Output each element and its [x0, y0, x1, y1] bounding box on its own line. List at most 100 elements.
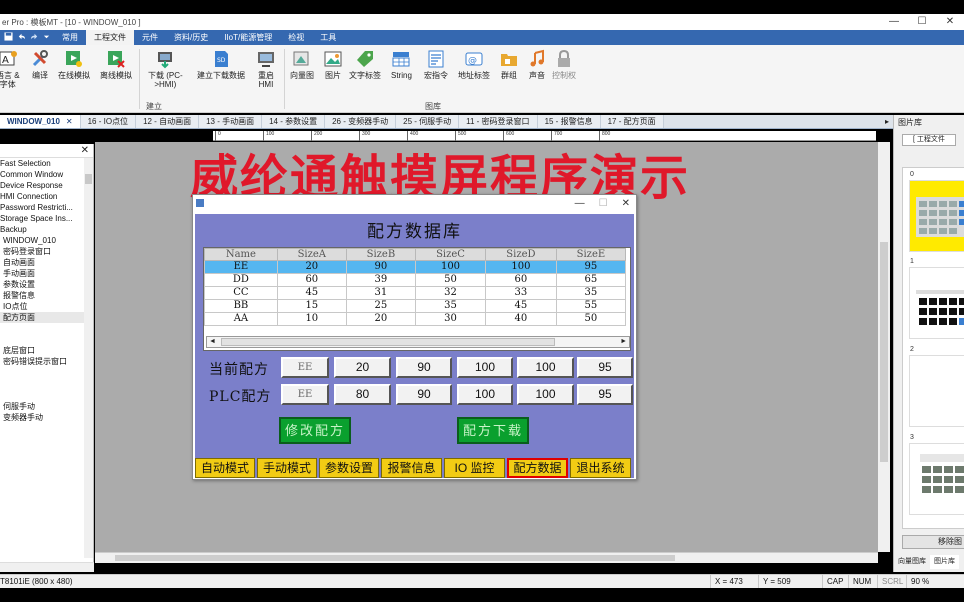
tree-item-storage-space[interactable]: Storage Space Ins... — [0, 213, 93, 224]
ribbon-address-tag-button[interactable]: @ 地址标签 — [458, 49, 490, 80]
nav-manual-mode-button[interactable]: 手动模式 — [257, 458, 317, 478]
tree-item-alarm-info[interactable]: 报警信息 — [0, 290, 93, 301]
picture-thumbnail-grid[interactable] — [909, 443, 964, 515]
table-horizontal-scrollbar[interactable]: ◄ ► — [206, 336, 630, 348]
tree-item-base-window[interactable]: 底层窗口 — [0, 345, 93, 356]
plc-recipe-sizec[interactable]: 100 — [457, 384, 513, 405]
nav-auto-mode-button[interactable]: 自动模式 — [195, 458, 255, 478]
tree-item-parameter-settings[interactable]: 参数设置 — [0, 279, 93, 290]
menu-tab-iiot-energy[interactable]: IIoT/能源管理 — [216, 30, 280, 45]
picture-thumbnail-keypad[interactable] — [909, 180, 964, 252]
menu-tab-project-file[interactable]: 工程文件 — [86, 30, 134, 45]
tree-item-password-error-window[interactable]: 密码错误提示窗口 — [0, 356, 93, 367]
customize-quick-access-icon[interactable] — [43, 33, 50, 42]
hmi-close-button[interactable]: ✕ — [622, 195, 630, 212]
ribbon-download-button[interactable]: 下载 (PC- >HMI) — [148, 49, 183, 89]
tree-item-password-login-window[interactable]: 密码登录窗口 — [0, 246, 93, 257]
canvas-horizontal-scrollbar[interactable] — [95, 552, 878, 563]
tree-item-auto-screen[interactable]: 自动画面 — [0, 257, 93, 268]
scrollbar-thumb[interactable] — [85, 174, 92, 184]
table-row[interactable]: BB 15 25 35 45 55 — [204, 299, 627, 313]
ribbon-text-tag-button[interactable]: 文字标签 — [349, 49, 381, 80]
plc-recipe-sizea[interactable]: 80 — [334, 384, 391, 405]
hmi-minimize-button[interactable]: — — [575, 195, 585, 212]
tree-item-fast-selection[interactable]: Fast Selection — [0, 158, 93, 169]
remove-picture-button[interactable]: 移除图 — [902, 535, 964, 549]
ribbon-vector-graphic-button[interactable]: 向量图 — [290, 49, 314, 80]
tree-item-servo-manual[interactable]: 伺服手动 — [0, 401, 93, 412]
ribbon-offline-simulation-button[interactable]: 离线模拟 — [100, 49, 132, 80]
ribbon-font-language-button[interactable]: A 语言 & 字体 — [0, 49, 20, 89]
save-icon[interactable] — [4, 32, 13, 43]
ribbon-compile-button[interactable]: 编译 — [30, 49, 50, 80]
picture-thumbnail-numpad[interactable] — [909, 267, 964, 339]
tree-item-manual-screen[interactable]: 手动画面 — [0, 268, 93, 279]
recipe-table[interactable]: Name SizeA SizeB SizeC SizeD SizeE EE 20… — [203, 247, 631, 351]
table-row[interactable]: CC 45 31 32 33 35 — [204, 286, 627, 300]
tree-item-io-points[interactable]: IO点位 — [0, 301, 93, 312]
modify-recipe-button[interactable]: 修改配方 — [279, 417, 351, 444]
tree-item-backup[interactable]: Backup — [0, 224, 93, 235]
ribbon-macro-button[interactable]: 宏指令 — [424, 49, 448, 80]
ribbon-group-button[interactable]: 群组 — [499, 49, 519, 80]
table-row[interactable]: AA 10 20 30 40 50 — [204, 312, 627, 326]
picture-thumbnail-list[interactable]: 0 1 2 3 — [902, 167, 964, 529]
doc-tab-servo-manual[interactable]: 25 - 伺服手动 — [396, 115, 460, 128]
menu-tab-objects[interactable]: 元件 — [134, 30, 166, 45]
doc-tab-password-login[interactable]: 11 - 密码登录窗口 — [459, 115, 538, 128]
nav-parameter-settings-button[interactable]: 参数设置 — [319, 458, 379, 478]
nav-exit-system-button[interactable]: 退出系统 — [570, 458, 631, 478]
close-tab-icon[interactable]: ✕ — [66, 117, 73, 126]
ribbon-sound-button[interactable]: 声音 — [527, 49, 547, 80]
ribbon-string-button[interactable]: String — [391, 49, 412, 80]
tree-item-inverter-manual[interactable]: 变频器手动 — [0, 412, 93, 423]
tree-item-password-restriction[interactable]: Password Restricti... — [0, 202, 93, 213]
nav-io-monitor-button[interactable]: IO 监控 — [444, 458, 505, 478]
doc-tab-inverter-manual[interactable]: 26 - 变频器手动 — [325, 115, 397, 128]
menu-tab-data-history[interactable]: 资料/历史 — [166, 30, 216, 45]
doc-tab-parameter-settings[interactable]: 14 - 参数设置 — [262, 115, 326, 128]
close-panel-icon[interactable]: ✕ — [81, 144, 89, 158]
doc-tab-alarm-info[interactable]: 15 - 报警信息 — [537, 115, 601, 128]
menu-tab-view[interactable]: 检视 — [280, 30, 312, 45]
menu-tab-common[interactable]: 常用 — [54, 30, 86, 45]
ribbon-control-right-button[interactable]: 控制权 — [552, 49, 576, 80]
tab-vector-library[interactable]: 向量图库 — [894, 555, 930, 569]
hmi-maximize-button[interactable]: ☐ — [599, 195, 608, 212]
tree-item-window-010[interactable]: WINDOW_010 — [0, 235, 93, 246]
doc-tab-auto-screen[interactable]: 12 - 自动画面 — [136, 115, 200, 128]
close-button[interactable]: ✕ — [936, 14, 964, 30]
scroll-left-icon[interactable]: ◄ — [209, 337, 216, 347]
tree-item-device-response[interactable]: Device Response — [0, 180, 93, 191]
tree-item-hmi-connection[interactable]: HMI Connection — [0, 191, 93, 202]
library-source-dropdown[interactable]: [ 工程文件 — [902, 134, 956, 146]
tab-picture-library[interactable]: 图片库 — [930, 555, 959, 569]
doc-tab-manual-screen[interactable]: 13 - 手动画面 — [199, 115, 263, 128]
undo-icon[interactable] — [17, 32, 26, 43]
tree-item-recipe-page[interactable]: 配方页面 — [0, 312, 93, 323]
doc-tab-io-points[interactable]: 16 - IO点位 — [80, 115, 137, 128]
tree-vertical-scrollbar[interactable] — [84, 158, 93, 558]
tab-scroll-right-icon[interactable]: ▸ — [881, 115, 893, 129]
scrollbar-thumb[interactable] — [115, 555, 675, 561]
ribbon-online-simulation-button[interactable]: 在线模拟 — [58, 49, 90, 80]
tree-item-common-window[interactable]: Common Window — [0, 169, 93, 180]
plc-recipe-sized[interactable]: 100 — [517, 384, 574, 405]
ribbon-build-download-data-button[interactable]: SD 建立下载数据 — [197, 49, 245, 80]
canvas-vertical-scrollbar[interactable] — [878, 142, 890, 552]
tree-horizontal-scrollbar[interactable] — [0, 562, 94, 572]
scrollbar-thumb[interactable] — [221, 338, 555, 346]
redo-icon[interactable] — [30, 32, 39, 43]
plc-recipe-sizeb[interactable]: 90 — [396, 384, 452, 405]
doc-tab-recipe-page[interactable]: 17 - 配方页面 — [600, 115, 664, 128]
picture-thumbnail-blank[interactable] — [909, 355, 964, 427]
scroll-right-icon[interactable]: ► — [620, 337, 627, 347]
doc-tab-window-010[interactable]: WINDOW_010 ✕ — [0, 115, 81, 128]
scrollbar-thumb[interactable] — [880, 242, 888, 462]
nav-recipe-data-button[interactable]: 配方数据 — [507, 458, 568, 478]
nav-alarm-info-button[interactable]: 报警信息 — [381, 458, 442, 478]
table-row[interactable]: EE 20 90 100 100 95 — [204, 260, 627, 274]
menu-tab-tools[interactable]: 工具 — [312, 30, 344, 45]
plc-recipe-sizee[interactable]: 95 — [577, 384, 633, 405]
maximize-button[interactable]: ☐ — [908, 14, 936, 30]
